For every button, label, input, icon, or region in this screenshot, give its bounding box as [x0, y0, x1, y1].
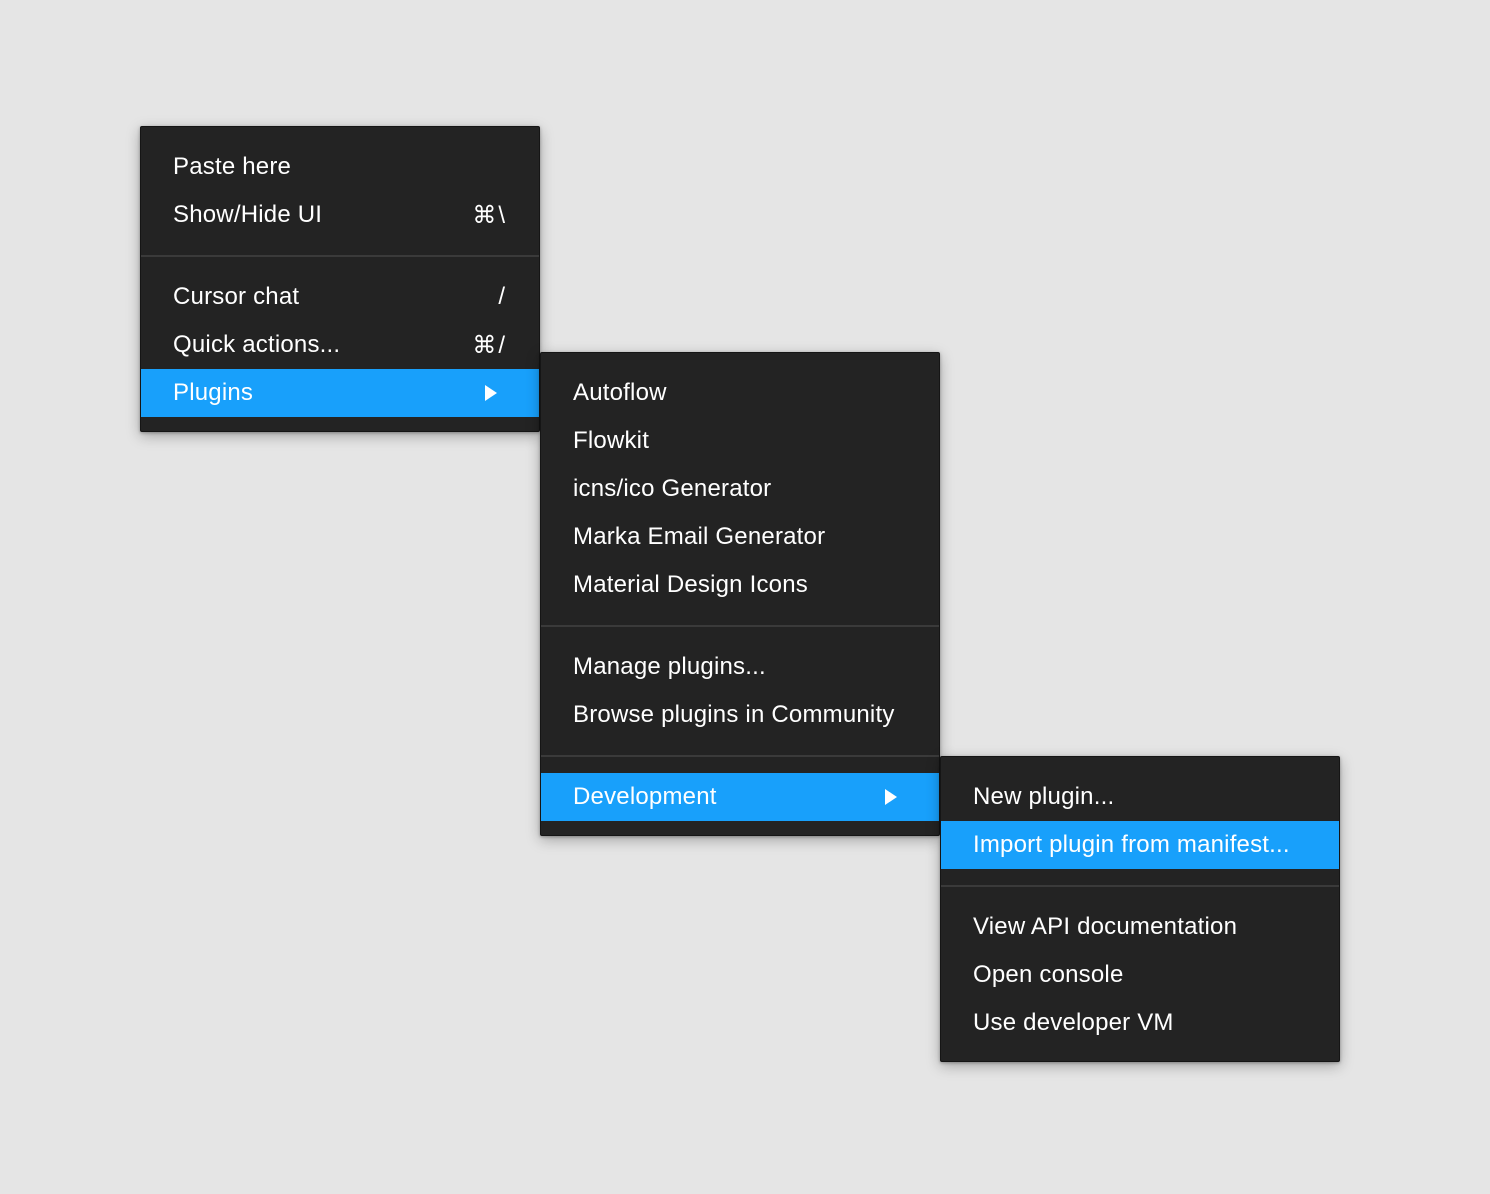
triangle-right-icon — [885, 789, 897, 805]
menu-item-label: Quick actions... — [173, 331, 341, 358]
menu-item-label: Cursor chat — [173, 283, 300, 310]
menu-item-label: Development — [573, 783, 717, 810]
menu-item-view-api-documentation[interactable]: View API documentation — [941, 903, 1339, 951]
menu-item-label: Use developer VM — [973, 1009, 1174, 1036]
menu-item-flowkit[interactable]: Flowkit — [541, 417, 939, 465]
menu-item-label: New plugin... — [973, 783, 1115, 810]
menu-separator — [141, 255, 539, 257]
menu-separator — [541, 755, 939, 757]
menu-item-manage-plugins[interactable]: Manage plugins... — [541, 643, 939, 691]
menu-item-development[interactable]: Development — [541, 773, 939, 821]
menu-item-label: Flowkit — [573, 427, 650, 454]
menu-item-use-developer-vm[interactable]: Use developer VM — [941, 999, 1339, 1047]
shortcut-hint: / — [498, 283, 507, 310]
menu-item-label: Manage plugins... — [573, 653, 766, 680]
plugins-submenu: Autoflow Flowkit icns/ico Generator Mark… — [540, 352, 940, 836]
shortcut-hint: ⌘\ — [472, 201, 507, 229]
menu-item-label: Marka Email Generator — [573, 523, 826, 550]
context-menu: Paste here Show/Hide UI ⌘\ Cursor chat /… — [140, 126, 540, 432]
menu-item-label: Material Design Icons — [573, 571, 808, 598]
menu-item-material-design-icons[interactable]: Material Design Icons — [541, 561, 939, 609]
menu-item-label: Paste here — [173, 153, 292, 180]
menu-item-label: Show/Hide UI — [173, 201, 323, 228]
menu-item-new-plugin[interactable]: New plugin... — [941, 773, 1339, 821]
menu-item-open-console[interactable]: Open console — [941, 951, 1339, 999]
menu-item-label: Browse plugins in Community — [573, 701, 895, 728]
shortcut-hint: ⌘/ — [472, 331, 507, 359]
menu-item-label: Plugins — [173, 379, 254, 406]
menu-item-paste-here[interactable]: Paste here — [141, 143, 539, 191]
menu-item-icns-ico-generator[interactable]: icns/ico Generator — [541, 465, 939, 513]
menu-item-label: Open console — [973, 961, 1124, 988]
menu-item-label: icns/ico Generator — [573, 475, 772, 502]
menu-item-autoflow[interactable]: Autoflow — [541, 369, 939, 417]
menu-item-cursor-chat[interactable]: Cursor chat / — [141, 273, 539, 321]
menu-item-show-hide-ui[interactable]: Show/Hide UI ⌘\ — [141, 191, 539, 239]
development-submenu: New plugin... Import plugin from manifes… — [940, 756, 1340, 1062]
menu-item-label: Autoflow — [573, 379, 667, 406]
menu-item-plugins[interactable]: Plugins — [141, 369, 539, 417]
menu-item-marka-email-generator[interactable]: Marka Email Generator — [541, 513, 939, 561]
menu-item-browse-plugins[interactable]: Browse plugins in Community — [541, 691, 939, 739]
menu-item-label: View API documentation — [973, 913, 1238, 940]
triangle-right-icon — [485, 385, 497, 401]
menu-item-quick-actions[interactable]: Quick actions... ⌘/ — [141, 321, 539, 369]
menu-separator — [941, 885, 1339, 887]
menu-item-import-plugin-from-manifest[interactable]: Import plugin from manifest... — [941, 821, 1339, 869]
menu-separator — [541, 625, 939, 627]
menu-item-label: Import plugin from manifest... — [973, 831, 1290, 858]
